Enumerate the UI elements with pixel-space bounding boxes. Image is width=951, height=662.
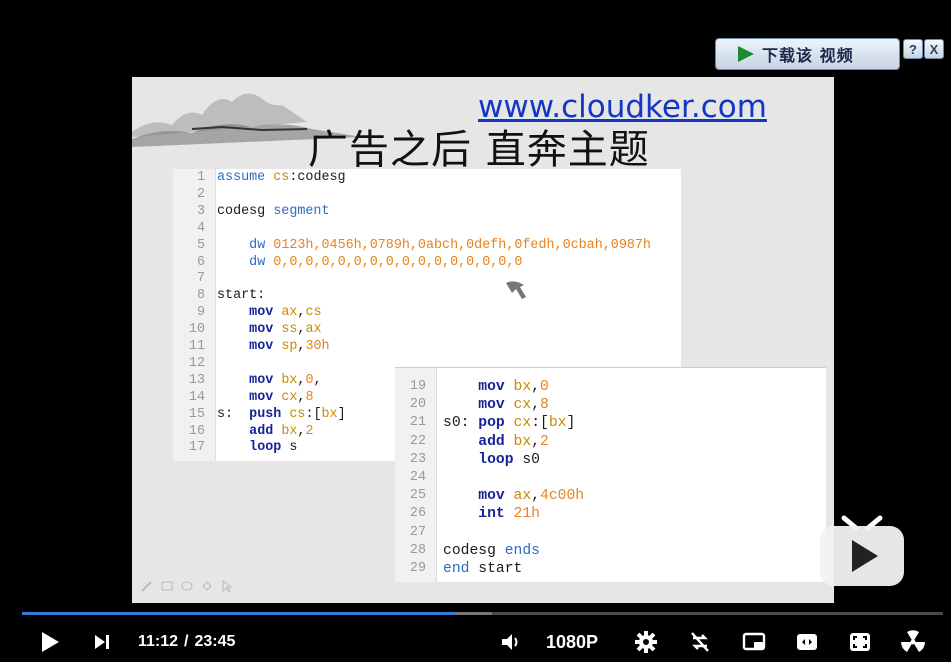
mouse-cursor-icon bbox=[506, 281, 526, 299]
next-icon bbox=[95, 635, 109, 649]
line-number: 25 bbox=[409, 488, 426, 504]
loop-button[interactable] bbox=[686, 622, 714, 662]
line-number: 29 bbox=[409, 561, 426, 576]
line-number: 1 bbox=[196, 170, 205, 185]
radiation-button[interactable] bbox=[898, 622, 928, 662]
line-number: 27 bbox=[409, 524, 426, 540]
line-number: 2 bbox=[196, 186, 205, 202]
duration: 23:45 bbox=[194, 633, 236, 650]
radiation-icon bbox=[901, 630, 925, 652]
line-number: 14 bbox=[188, 389, 205, 405]
fullscreen-button[interactable] bbox=[846, 622, 874, 662]
play-triangle-icon bbox=[738, 46, 754, 62]
code-text: loop s bbox=[249, 440, 298, 456]
line-number: 19 bbox=[409, 379, 426, 394]
highlighter-icon[interactable] bbox=[160, 579, 174, 593]
volume-icon bbox=[502, 634, 518, 650]
code-text: mov bx,0 bbox=[478, 379, 549, 395]
code-text: mov ss,ax bbox=[249, 322, 322, 338]
line-number: 6 bbox=[196, 254, 205, 270]
download-bar: 下载该 视频 ? X bbox=[715, 38, 947, 70]
code-text: int 21h bbox=[478, 506, 540, 523]
pen-icon[interactable] bbox=[140, 579, 154, 593]
code-text: mov ax,4c00h bbox=[478, 488, 585, 505]
line-number: 5 bbox=[196, 237, 205, 253]
widescreen-button[interactable] bbox=[793, 622, 821, 662]
clear-icon[interactable] bbox=[200, 579, 214, 593]
code-text: mov cx,8 bbox=[478, 397, 549, 414]
play-button[interactable] bbox=[36, 622, 64, 662]
current-time: 11:12 bbox=[138, 633, 179, 650]
played-bar bbox=[22, 612, 455, 615]
code-text: mov bx,0, bbox=[249, 372, 322, 388]
video-player[interactable]: 下载该 视频 ? X www.cloudker.com 广告之后 直奔主题 1a… bbox=[0, 0, 951, 662]
pip-button[interactable] bbox=[740, 622, 768, 662]
line-number: 12 bbox=[188, 355, 205, 371]
settings-button[interactable] bbox=[632, 622, 660, 662]
line-number: 22 bbox=[409, 433, 426, 449]
widescreen-icon bbox=[797, 634, 817, 650]
line-number: 9 bbox=[196, 305, 205, 321]
code-text: s: push cs:[bx] bbox=[217, 406, 346, 422]
download-video-label: 下载该 视频 bbox=[762, 46, 854, 65]
control-bar: 11:12 / 23:45 1080P bbox=[0, 622, 951, 662]
play-icon bbox=[42, 632, 59, 652]
fullscreen-icon bbox=[850, 633, 870, 651]
pointer-icon[interactable] bbox=[220, 579, 234, 593]
next-button[interactable] bbox=[90, 622, 116, 662]
slide-title: 广告之后 直奔主题 bbox=[308, 127, 650, 173]
line-number: 8 bbox=[196, 288, 205, 304]
code-text: end start bbox=[443, 561, 523, 577]
code-text: dw 0,0,0,0,0,0,0,0,0,0,0,0,0,0,0,0 bbox=[249, 254, 523, 270]
line-number: 13 bbox=[188, 372, 205, 388]
line-number: 10 bbox=[188, 322, 205, 338]
eraser-icon[interactable] bbox=[180, 579, 194, 593]
code-text: assume cs:codesg bbox=[217, 170, 346, 185]
quality-button[interactable]: 1080P bbox=[546, 622, 598, 662]
code-text: add bx,2 bbox=[478, 433, 549, 450]
line-number: 20 bbox=[409, 397, 426, 413]
bilibili-play-icon[interactable] bbox=[818, 514, 906, 588]
code-text: s0: pop cx:[bx] bbox=[443, 415, 576, 432]
code-text: codesg segment bbox=[217, 203, 330, 219]
line-number: 24 bbox=[409, 470, 426, 485]
annotation-toolbar bbox=[140, 579, 234, 593]
download-video-button[interactable]: 下载该 视频 bbox=[715, 38, 900, 70]
progress-bar[interactable] bbox=[22, 612, 943, 615]
code-text: dw 0123h,0456h,0789h,0abch,0defh,0fedh,0… bbox=[249, 237, 651, 253]
line-number: 16 bbox=[188, 423, 205, 439]
time-display: 11:12 / 23:45 bbox=[138, 622, 235, 662]
code-text: mov cx,8 bbox=[249, 389, 314, 405]
close-button[interactable]: X bbox=[924, 39, 944, 59]
line-number: 11 bbox=[188, 339, 205, 354]
code-text: loop s0 bbox=[478, 451, 540, 468]
line-number: 21 bbox=[409, 415, 426, 431]
line-number: 28 bbox=[409, 542, 426, 558]
line-number: 7 bbox=[196, 271, 205, 287]
time-separator: / bbox=[184, 633, 189, 650]
video-frame: www.cloudker.com 广告之后 直奔主题 1 assume cs:co… bbox=[132, 77, 834, 603]
help-button[interactable]: ? bbox=[903, 39, 923, 59]
line-number: 26 bbox=[409, 506, 426, 522]
line-number: 17 bbox=[188, 440, 205, 456]
code-text: mov ax,cs bbox=[249, 305, 322, 321]
line-number: 23 bbox=[409, 451, 426, 467]
code-text: add bx,2 bbox=[249, 423, 314, 439]
pip-icon bbox=[742, 632, 766, 651]
code-text: codesg ends bbox=[443, 542, 540, 559]
line-number: 15 bbox=[188, 406, 205, 422]
code-panel-bottom: 19 mov bx,0 20 mov cx,8 21 s0: pop cx:[bx] 2… bbox=[395, 367, 826, 582]
loop-off-icon bbox=[691, 632, 709, 652]
code-text: start: bbox=[217, 288, 266, 304]
code-text: mov sp,30h bbox=[249, 339, 330, 354]
line-number: 3 bbox=[196, 203, 205, 219]
line-number: 4 bbox=[196, 220, 205, 236]
gear-icon bbox=[635, 631, 657, 653]
volume-button[interactable] bbox=[497, 622, 525, 662]
